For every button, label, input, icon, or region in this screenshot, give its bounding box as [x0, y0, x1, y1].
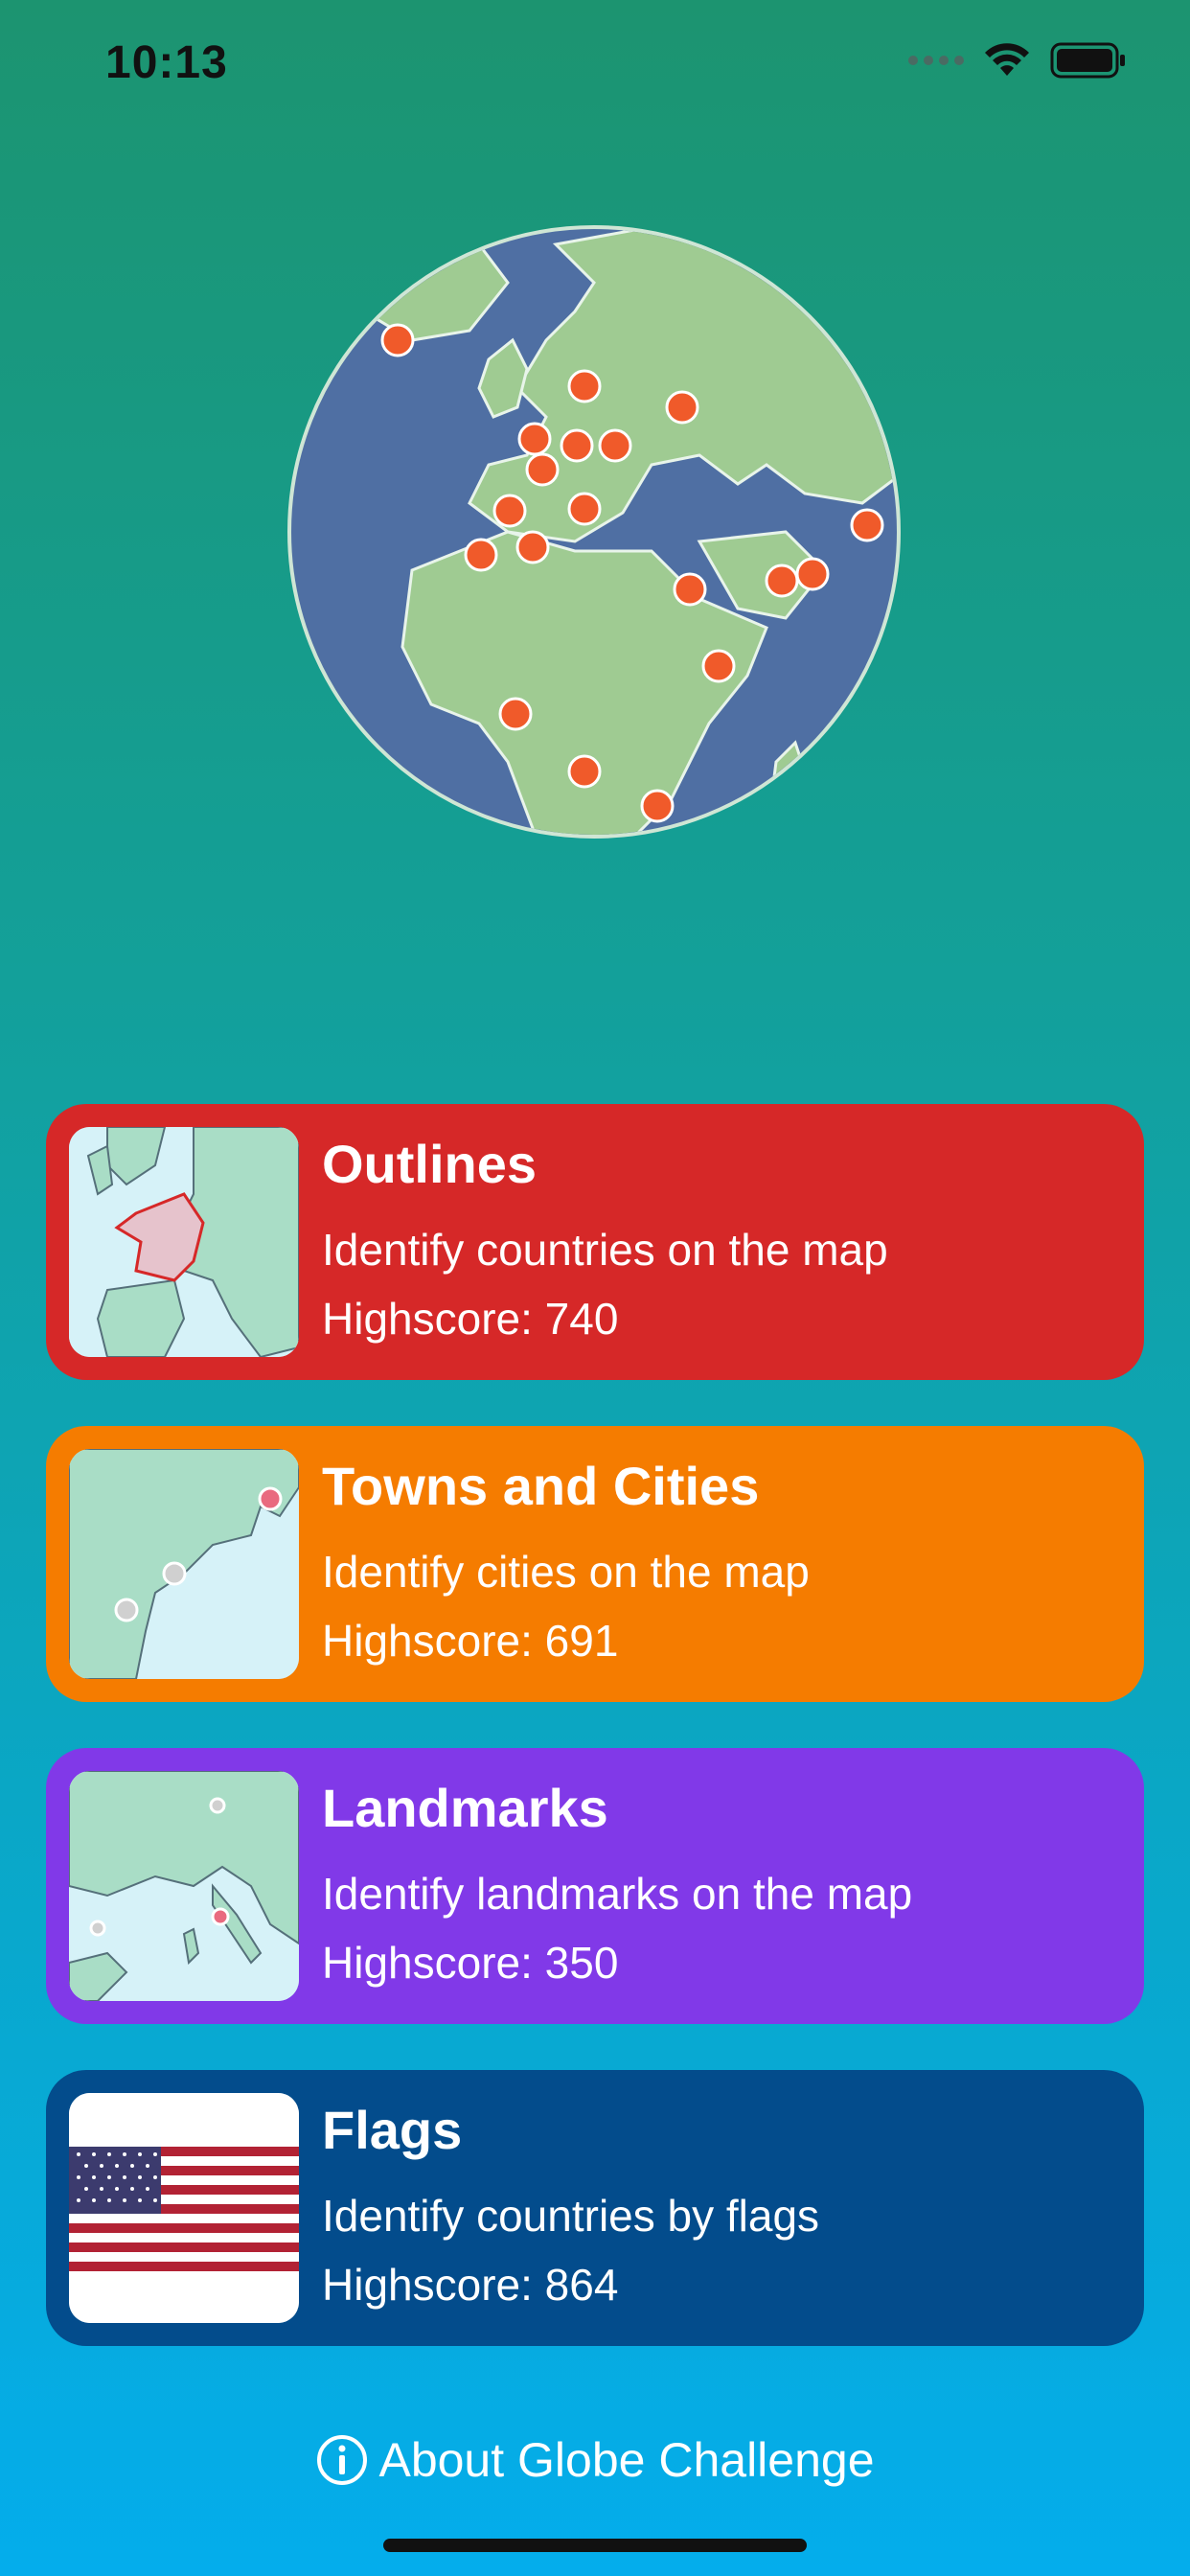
battery-icon [1050, 42, 1125, 79]
europe-outline-map-thumbnail [69, 1127, 299, 1357]
outlines-card[interactable]: Outlines Identify countries on the map H… [46, 1104, 1144, 1380]
us-east-coast-map-thumbnail [69, 1449, 299, 1679]
signal-dots-icon [908, 56, 964, 65]
about-globe-challenge-link[interactable]: About Globe Challenge [0, 2429, 1190, 2491]
card-highscore: Highscore: 864 [322, 2260, 619, 2310]
card-title: Flags [322, 2100, 463, 2160]
status-time: 10:13 [105, 37, 228, 88]
us-flag-thumbnail [69, 2093, 299, 2323]
status-bar: 10:13 [0, 0, 1190, 134]
card-highscore: Highscore: 350 [322, 1938, 619, 1988]
mediterranean-map-thumbnail [69, 1771, 299, 2001]
globe-icon [287, 225, 901, 839]
card-highscore: Highscore: 740 [322, 1294, 619, 1344]
card-title: Landmarks [322, 1778, 608, 1838]
card-description: Identify cities on the map [322, 1547, 810, 1597]
card-description: Identify landmarks on the map [322, 1869, 913, 1919]
card-description: Identify countries by flags [322, 2191, 820, 2241]
status-icons [908, 42, 1127, 79]
card-highscore: Highscore: 691 [322, 1616, 619, 1666]
landmarks-card[interactable]: Landmarks Identify landmarks on the map … [46, 1748, 1144, 2024]
card-description: Identify countries on the map [322, 1225, 888, 1275]
globe-illustration [287, 225, 901, 839]
towns-and-cities-card[interactable]: Towns and Cities Identify cities on the … [46, 1426, 1144, 1702]
info-icon [317, 2435, 368, 2485]
card-title: Towns and Cities [322, 1456, 760, 1516]
about-label: About Globe Challenge [378, 2433, 875, 2487]
card-title: Outlines [322, 1134, 538, 1194]
wifi-icon [985, 43, 1029, 76]
home-indicator[interactable] [383, 2539, 807, 2552]
flags-card[interactable]: Flags Identify countries by flags Highsc… [46, 2070, 1144, 2346]
